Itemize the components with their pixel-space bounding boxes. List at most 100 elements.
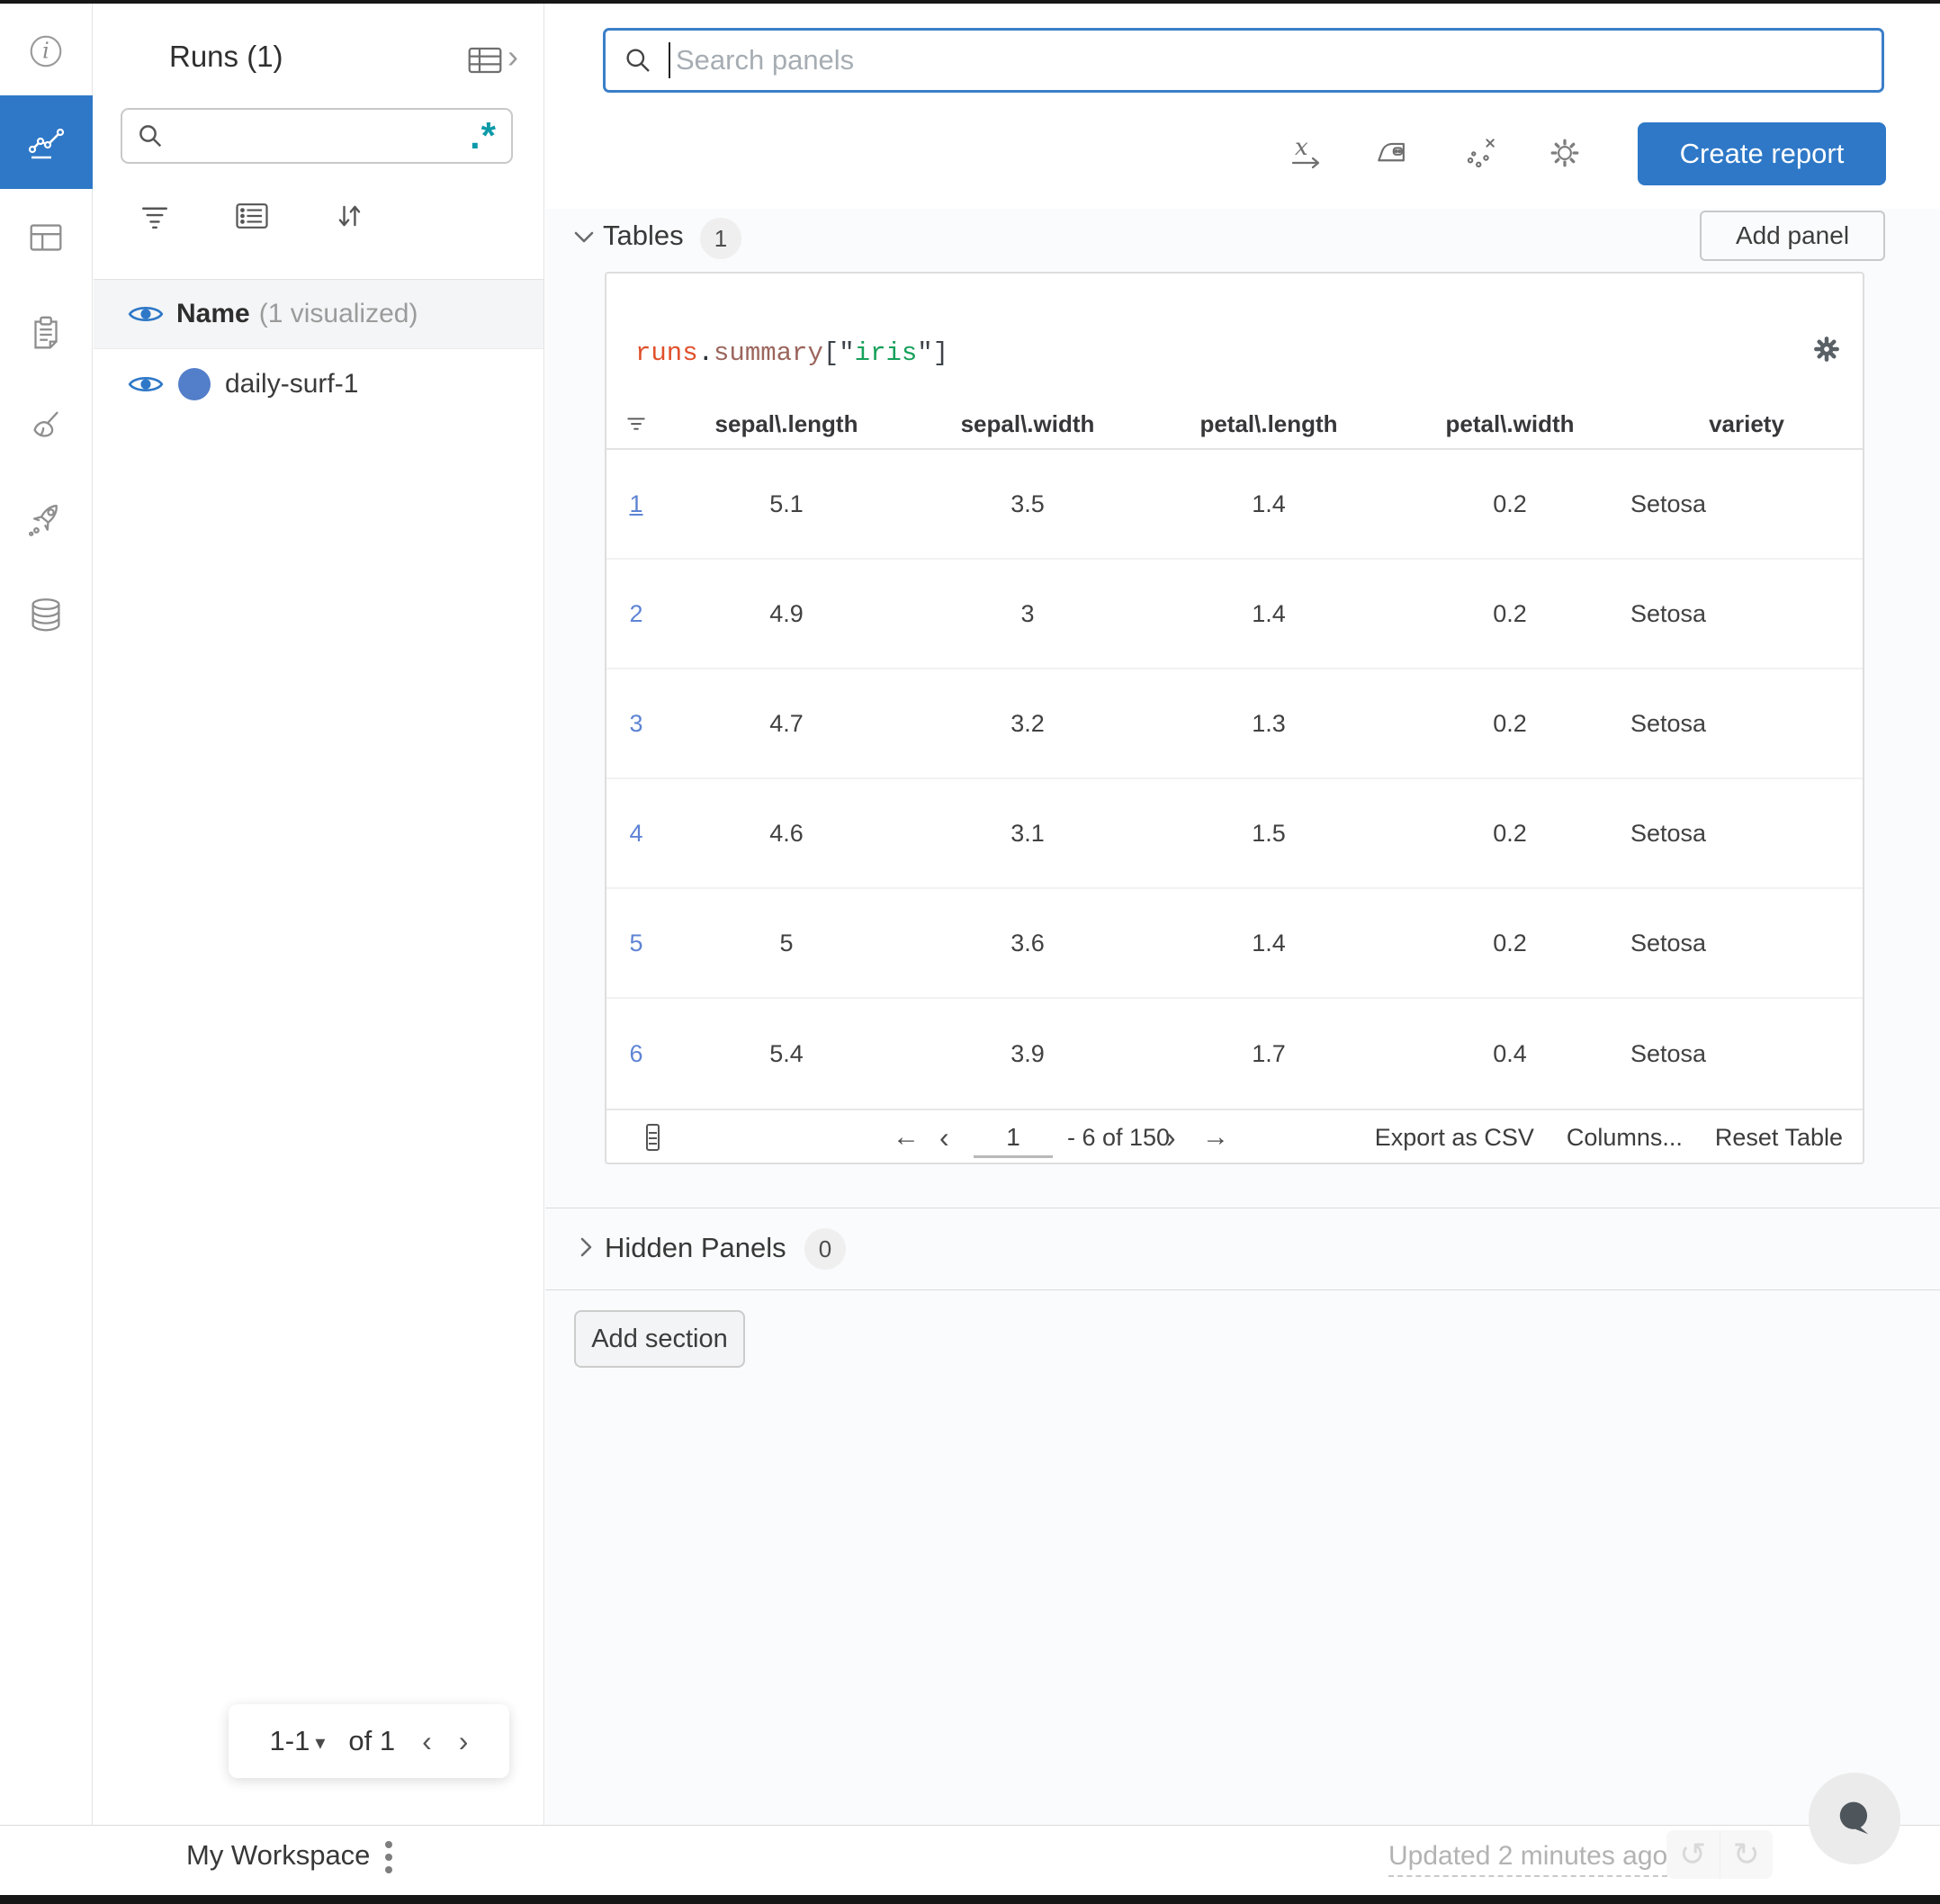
runs-pagination: 1-1 ▾ of 1 ‹ › xyxy=(229,1704,509,1778)
chevron-right-icon[interactable] xyxy=(578,1235,594,1259)
panel-settings-gear-icon[interactable] xyxy=(1809,331,1845,367)
run-name[interactable]: daily-surf-1 xyxy=(225,369,358,400)
run-row[interactable]: daily-surf-1 xyxy=(94,349,543,419)
table-cell: 5.4 xyxy=(769,1039,804,1067)
page-number-input[interactable]: 1 xyxy=(974,1119,1053,1158)
table-cell: 1.4 xyxy=(1252,489,1286,517)
workspace-name[interactable]: My Workspace xyxy=(186,1839,370,1872)
redo-icon[interactable]: ↻ xyxy=(1720,1830,1774,1879)
workspace-menu-kebab-icon[interactable] xyxy=(385,1841,392,1873)
row-height-icon[interactable] xyxy=(644,1110,662,1164)
window-edge-bottom xyxy=(0,1895,1940,1904)
first-page-icon[interactable]: ← xyxy=(893,1110,920,1164)
table-cell: Setosa xyxy=(1630,489,1707,517)
export-csv-button[interactable]: Export as CSV xyxy=(1375,1124,1534,1152)
next-page-icon[interactable]: › xyxy=(459,1725,469,1758)
visualized-count-label: (1 visualized) xyxy=(258,299,418,328)
row-index-link[interactable]: 2 xyxy=(606,600,666,628)
info-icon[interactable]: i xyxy=(25,31,67,72)
tables-section-label[interactable]: Tables xyxy=(603,220,684,252)
column-header[interactable]: sepal\.length xyxy=(666,410,907,438)
table-cell: 1.4 xyxy=(1252,929,1286,956)
create-report-button[interactable]: Create report xyxy=(1638,122,1886,185)
table-body: 1 5.1 3.5 1.4 0.2 Setosa 2 4.9 3 1.4 0.2 Setosa 3 4.7… xyxy=(606,450,1863,1109)
runs-table-icon[interactable] xyxy=(466,43,504,77)
undo-icon[interactable]: ↺ xyxy=(1666,1830,1720,1879)
broom-icon[interactable] xyxy=(25,407,67,448)
table-panel: runs.summary["iris"] sepal\.length sepal\… xyxy=(605,272,1864,1164)
panel-expression[interactable]: runs.summary["iris"] xyxy=(635,338,948,368)
clipboard-icon[interactable] xyxy=(25,313,67,355)
add-panel-button[interactable]: Add panel xyxy=(1700,211,1885,261)
eye-icon[interactable] xyxy=(128,301,164,327)
table-cell: 3.6 xyxy=(1010,929,1045,956)
table-cell: 0.2 xyxy=(1493,819,1527,847)
settings-gear-icon[interactable] xyxy=(1545,133,1585,173)
table-cell: 0.2 xyxy=(1493,709,1527,737)
column-header[interactable]: petal\.width xyxy=(1389,410,1630,438)
tables-count-badge: 1 xyxy=(700,218,741,259)
line-chart-icon xyxy=(28,128,64,159)
table-cell: 5.1 xyxy=(769,489,804,517)
table-cell: Setosa xyxy=(1630,599,1707,627)
expand-run-table-icon[interactable]: › xyxy=(507,38,518,76)
table-row: 6 5.4 3.9 1.7 0.4 Setosa xyxy=(606,999,1863,1109)
table-cell: 0.4 xyxy=(1493,1039,1527,1067)
run-list-toolbar xyxy=(94,194,543,239)
run-search-input[interactable]: .* xyxy=(121,108,513,164)
sort-icon[interactable] xyxy=(328,194,371,238)
row-index-link[interactable]: 6 xyxy=(606,1040,666,1068)
table-row: 4 4.6 3.1 1.5 0.2 Setosa xyxy=(606,779,1863,889)
list-view-icon[interactable] xyxy=(230,194,274,238)
database-icon[interactable] xyxy=(25,595,67,636)
column-header[interactable]: petal\.length xyxy=(1148,410,1389,438)
table-cell: 1.4 xyxy=(1252,599,1286,627)
prev-page-icon[interactable]: ‹ xyxy=(422,1725,432,1758)
caret-down-icon[interactable]: ▾ xyxy=(315,1731,325,1755)
row-index-link[interactable]: 1 xyxy=(606,490,666,518)
table-cell: 0.2 xyxy=(1493,599,1527,627)
smoothing-iron-icon[interactable] xyxy=(1372,133,1412,173)
table-row: 1 5.1 3.5 1.4 0.2 Setosa xyxy=(606,450,1863,560)
table-cell: 4.7 xyxy=(769,709,804,737)
hidden-panels-section[interactable]: Hidden Panels 0 xyxy=(545,1208,1940,1290)
search-icon xyxy=(139,125,162,148)
table-cell: 3.1 xyxy=(1010,819,1045,847)
row-index-link[interactable]: 5 xyxy=(606,930,666,957)
hidden-panels-label: Hidden Panels xyxy=(605,1232,786,1263)
pagination-range[interactable]: 1-1 xyxy=(270,1725,310,1757)
table-cell: 4.9 xyxy=(769,599,804,627)
run-color-dot xyxy=(178,368,211,400)
last-page-icon[interactable]: → xyxy=(1202,1110,1229,1164)
reset-table-button[interactable]: Reset Table xyxy=(1715,1124,1843,1152)
text-caret xyxy=(669,42,670,78)
updated-timestamp[interactable]: Updated 2 minutes ago xyxy=(1388,1841,1668,1877)
help-chat-button[interactable] xyxy=(1809,1773,1900,1864)
add-section-button[interactable]: Add section xyxy=(574,1310,745,1368)
name-column-label: Name xyxy=(176,299,250,328)
table-cell: 1.5 xyxy=(1252,819,1286,847)
columns-button[interactable]: Columns... xyxy=(1567,1124,1683,1152)
table-cell: Setosa xyxy=(1630,929,1707,956)
layout-grid-icon[interactable] xyxy=(25,217,67,258)
outliers-scatter-icon[interactable] xyxy=(1461,133,1501,173)
column-header[interactable]: variety xyxy=(1630,410,1863,438)
column-filter-icon[interactable] xyxy=(606,410,666,437)
row-index-link[interactable]: 4 xyxy=(606,820,666,848)
x-axis-settings-icon[interactable]: x xyxy=(1287,133,1326,173)
row-index-link[interactable]: 3 xyxy=(606,710,666,738)
eye-icon[interactable] xyxy=(128,372,164,397)
chevron-down-icon[interactable] xyxy=(572,229,596,245)
column-header[interactable]: sepal\.width xyxy=(907,410,1148,438)
prev-page-icon[interactable]: ‹ xyxy=(939,1110,949,1164)
runs-header-row[interactable]: Name (1 visualized) xyxy=(94,279,543,349)
next-page-icon[interactable]: › xyxy=(1166,1110,1176,1164)
table-cell: Setosa xyxy=(1630,819,1707,847)
filter-icon[interactable] xyxy=(133,194,176,238)
rocket-icon[interactable] xyxy=(25,498,67,539)
table-cell: 5 xyxy=(779,929,794,956)
search-icon xyxy=(626,49,650,72)
regex-toggle-icon[interactable]: .* xyxy=(470,117,497,155)
workspace-charts-tab-active[interactable] xyxy=(0,95,93,189)
search-panels-input[interactable]: Search panels xyxy=(603,28,1884,93)
